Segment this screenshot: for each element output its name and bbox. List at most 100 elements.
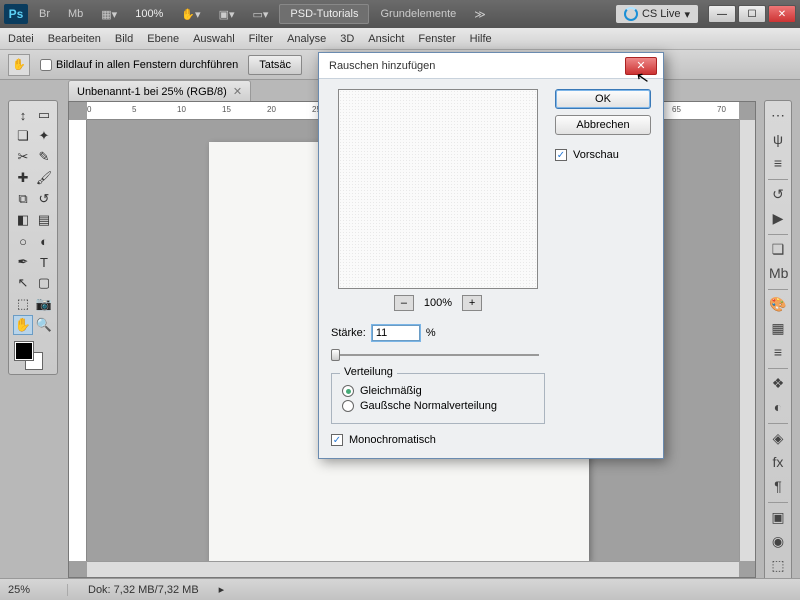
panel-icon[interactable]: ❖ [769, 375, 787, 393]
hand-icon[interactable]: ✋▾ [174, 5, 207, 24]
cancel-button[interactable]: Abbrechen [555, 115, 651, 135]
dialog-titlebar[interactable]: Rauschen hinzufügen ✕ [319, 53, 663, 79]
status-more-icon[interactable]: ▸ [219, 583, 225, 596]
history-brush-icon[interactable]: ↺ [34, 189, 54, 209]
right-panel-dock: ⋯ ψ ≡ ↺ ▶ ❏ Mb 🎨 ▦ ≡ ❖ ◐ ◈ fx ¶ ▣ ◉ ⬚ [764, 100, 792, 582]
menu-ansicht[interactable]: Ansicht [368, 33, 404, 45]
panel-icon[interactable]: ⬚ [769, 557, 787, 575]
panel-icon[interactable]: ◉ [769, 533, 787, 551]
eyedropper-tool-icon[interactable]: ✎ [34, 147, 54, 167]
camera-tool-icon[interactable]: 📷 [34, 294, 54, 314]
add-noise-dialog: Rauschen hinzufügen ✕ – 100% + Stärke: %… [318, 52, 664, 459]
eraser-tool-icon[interactable]: ◧ [13, 210, 33, 230]
heal-tool-icon[interactable]: ✚ [13, 168, 33, 188]
current-tool-icon[interactable]: ✋ [8, 54, 30, 76]
pen-tool-icon[interactable]: ✒ [13, 252, 33, 272]
zoom-in-button[interactable]: + [462, 295, 482, 311]
distribution-group: Verteilung Gleichmäßig Gaußsche Normalve… [331, 373, 545, 424]
gradient-tool-icon[interactable]: ▤ [34, 210, 54, 230]
scrollbar-horizontal[interactable] [87, 561, 739, 577]
ok-button[interactable]: OK [555, 89, 651, 109]
screenmode-icon[interactable]: ▭▾ [245, 5, 275, 24]
menu-filter[interactable]: Filter [249, 33, 273, 45]
monochrome-checkbox[interactable]: ✓Monochromatisch [331, 434, 545, 446]
actual-pixels-button[interactable]: Tatsäc [248, 55, 302, 75]
minibridge-icon[interactable]: Mb [61, 5, 90, 23]
menu-auswahl[interactable]: Auswahl [193, 33, 235, 45]
blur-tool-icon[interactable]: ○ [13, 231, 33, 251]
menu-bar: Datei Bearbeiten Bild Ebene Auswahl Filt… [0, 28, 800, 50]
menu-datei[interactable]: Datei [8, 33, 34, 45]
status-bar: 25% Dok: 7,32 MB/7,32 MB ▸ [0, 578, 800, 600]
close-tab-icon[interactable]: ✕ [233, 85, 242, 98]
radio-gaussian[interactable]: Gaußsche Normalverteilung [342, 400, 534, 412]
lasso-tool-icon[interactable]: ❏ [13, 126, 33, 146]
toolbox: ↕ ▭ ❏ ✦ ✂ ✎ ✚ 🖌 ⧉ ↺ ◧ ▤ ○ ◐ ✒ T ↖ ▢ ⬚ 📷 … [8, 100, 58, 375]
panel-icon[interactable]: Mb [769, 265, 787, 283]
shape-tool-icon[interactable]: ▢ [34, 273, 54, 293]
app-logo-icon: Ps [4, 4, 28, 24]
menu-fenster[interactable]: Fenster [418, 33, 455, 45]
close-button[interactable]: ✕ [768, 5, 796, 23]
dialog-close-button[interactable]: ✕ [625, 57, 657, 75]
strength-slider[interactable] [331, 347, 545, 363]
scrollbar-vertical[interactable] [739, 120, 755, 561]
3d-tool-icon[interactable]: ⬚ [13, 294, 33, 314]
zoom-level[interactable]: 100% [128, 5, 170, 23]
workspace-tab-tutorials[interactable]: PSD-Tutorials [279, 4, 369, 24]
panel-icon[interactable]: ▣ [769, 509, 787, 527]
zoom-tool-icon[interactable]: 🔍 [34, 315, 54, 335]
brush-tool-icon[interactable]: 🖌 [34, 168, 54, 188]
panel-icon[interactable]: ⋯ [769, 107, 787, 125]
status-docsize: Dok: 7,32 MB/7,32 MB [88, 584, 199, 596]
radio-uniform[interactable]: Gleichmäßig [342, 385, 534, 397]
menu-hilfe[interactable]: Hilfe [470, 33, 492, 45]
strength-label: Stärke: [331, 327, 366, 339]
wand-tool-icon[interactable]: ✦ [34, 126, 54, 146]
marquee-tool-icon[interactable]: ▭ [34, 105, 54, 125]
strength-input[interactable] [372, 325, 420, 341]
type-tool-icon[interactable]: T [34, 252, 54, 272]
maximize-button[interactable]: ☐ [738, 5, 766, 23]
panel-icon[interactable]: ▶ [769, 210, 787, 228]
menu-bild[interactable]: Bild [115, 33, 133, 45]
move-tool-icon[interactable]: ↕ [13, 105, 33, 125]
menu-ebene[interactable]: Ebene [147, 33, 179, 45]
menu-bearbeiten[interactable]: Bearbeiten [48, 33, 101, 45]
preview-checkbox[interactable]: ✓Vorschau [555, 149, 651, 161]
panel-icon[interactable]: ▦ [769, 320, 787, 338]
panel-icon[interactable]: ↺ [769, 186, 787, 204]
stamp-tool-icon[interactable]: ⧉ [13, 189, 33, 209]
panel-icon[interactable]: ◈ [769, 430, 787, 448]
bridge-icon[interactable]: Br [32, 5, 57, 23]
panel-icon[interactable]: fx [769, 454, 787, 472]
cslive-icon [624, 7, 638, 21]
cslive-button[interactable]: CS Live▾ [616, 5, 698, 23]
panel-icon[interactable]: ¶ [769, 478, 787, 496]
crop-tool-icon[interactable]: ✂ [13, 147, 33, 167]
more-workspaces-icon[interactable]: ≫ [467, 5, 493, 24]
path-tool-icon[interactable]: ↖ [13, 273, 33, 293]
panel-icon[interactable]: ❏ [769, 241, 787, 259]
hand-tool-icon[interactable]: ✋ [13, 315, 33, 335]
preview-zoom: 100% [424, 297, 452, 309]
arrange-icon[interactable]: ▣▾ [212, 5, 242, 24]
panel-icon[interactable]: 🎨 [769, 296, 787, 314]
menu-3d[interactable]: 3D [340, 33, 354, 45]
panel-icon[interactable]: ≡ [769, 344, 787, 362]
app-titlebar: Ps Br Mb ▦▾ 100% ✋▾ ▣▾ ▭▾ PSD-Tutorials … [0, 0, 800, 28]
color-swatches[interactable] [13, 340, 54, 370]
status-zoom[interactable]: 25% [8, 584, 68, 596]
scroll-all-checkbox[interactable]: Bildlauf in allen Fenstern durchführen [40, 59, 238, 71]
view-extras-icon[interactable]: ▦▾ [94, 5, 124, 24]
minimize-button[interactable]: — [708, 5, 736, 23]
menu-analyse[interactable]: Analyse [287, 33, 326, 45]
panel-icon[interactable]: ◐ [769, 399, 787, 417]
zoom-out-button[interactable]: – [394, 295, 414, 311]
workspace-tab-grundelemente[interactable]: Grundelemente [373, 5, 463, 23]
noise-preview[interactable] [338, 89, 538, 289]
document-tab[interactable]: Unbenannt-1 bei 25% (RGB/8)✕ [68, 80, 251, 102]
panel-icon[interactable]: ψ [769, 131, 787, 149]
panel-icon[interactable]: ≡ [769, 155, 787, 173]
dodge-tool-icon[interactable]: ◐ [34, 231, 54, 251]
